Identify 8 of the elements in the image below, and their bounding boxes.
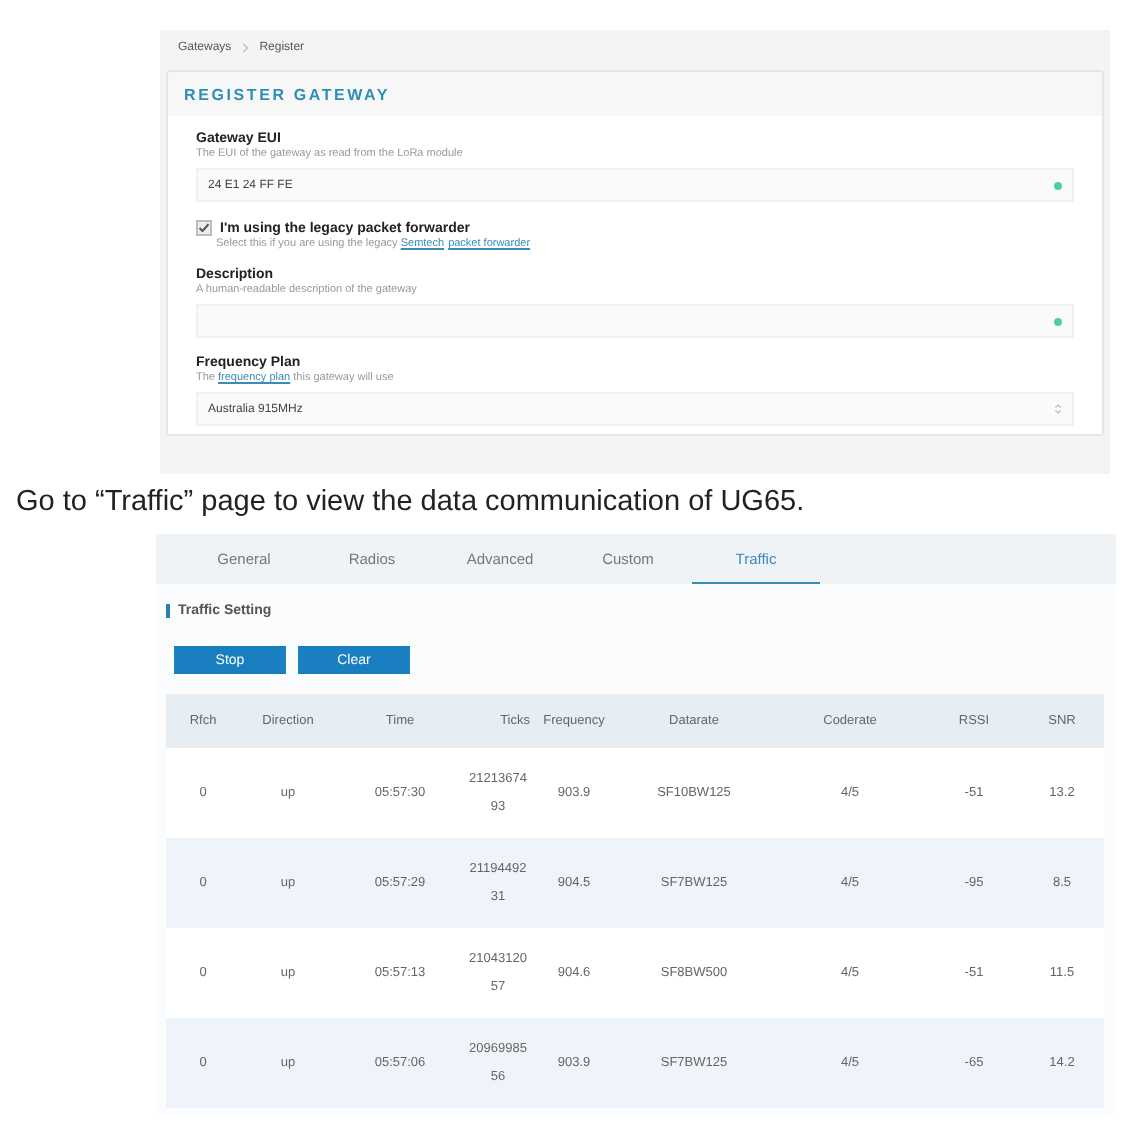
chevron-icon [241,42,250,54]
instruction-text: Go to “Traffic” page to view the data communication of UG65. [16,486,807,518]
input-field[interactable] [196,304,1074,338]
sort-icon [1054,402,1062,416]
status-dot [1054,181,1062,189]
status-dot [1054,317,1062,325]
checkbox[interactable] [196,220,212,236]
form-title: REGISTER GATEWAY [182,84,393,108]
